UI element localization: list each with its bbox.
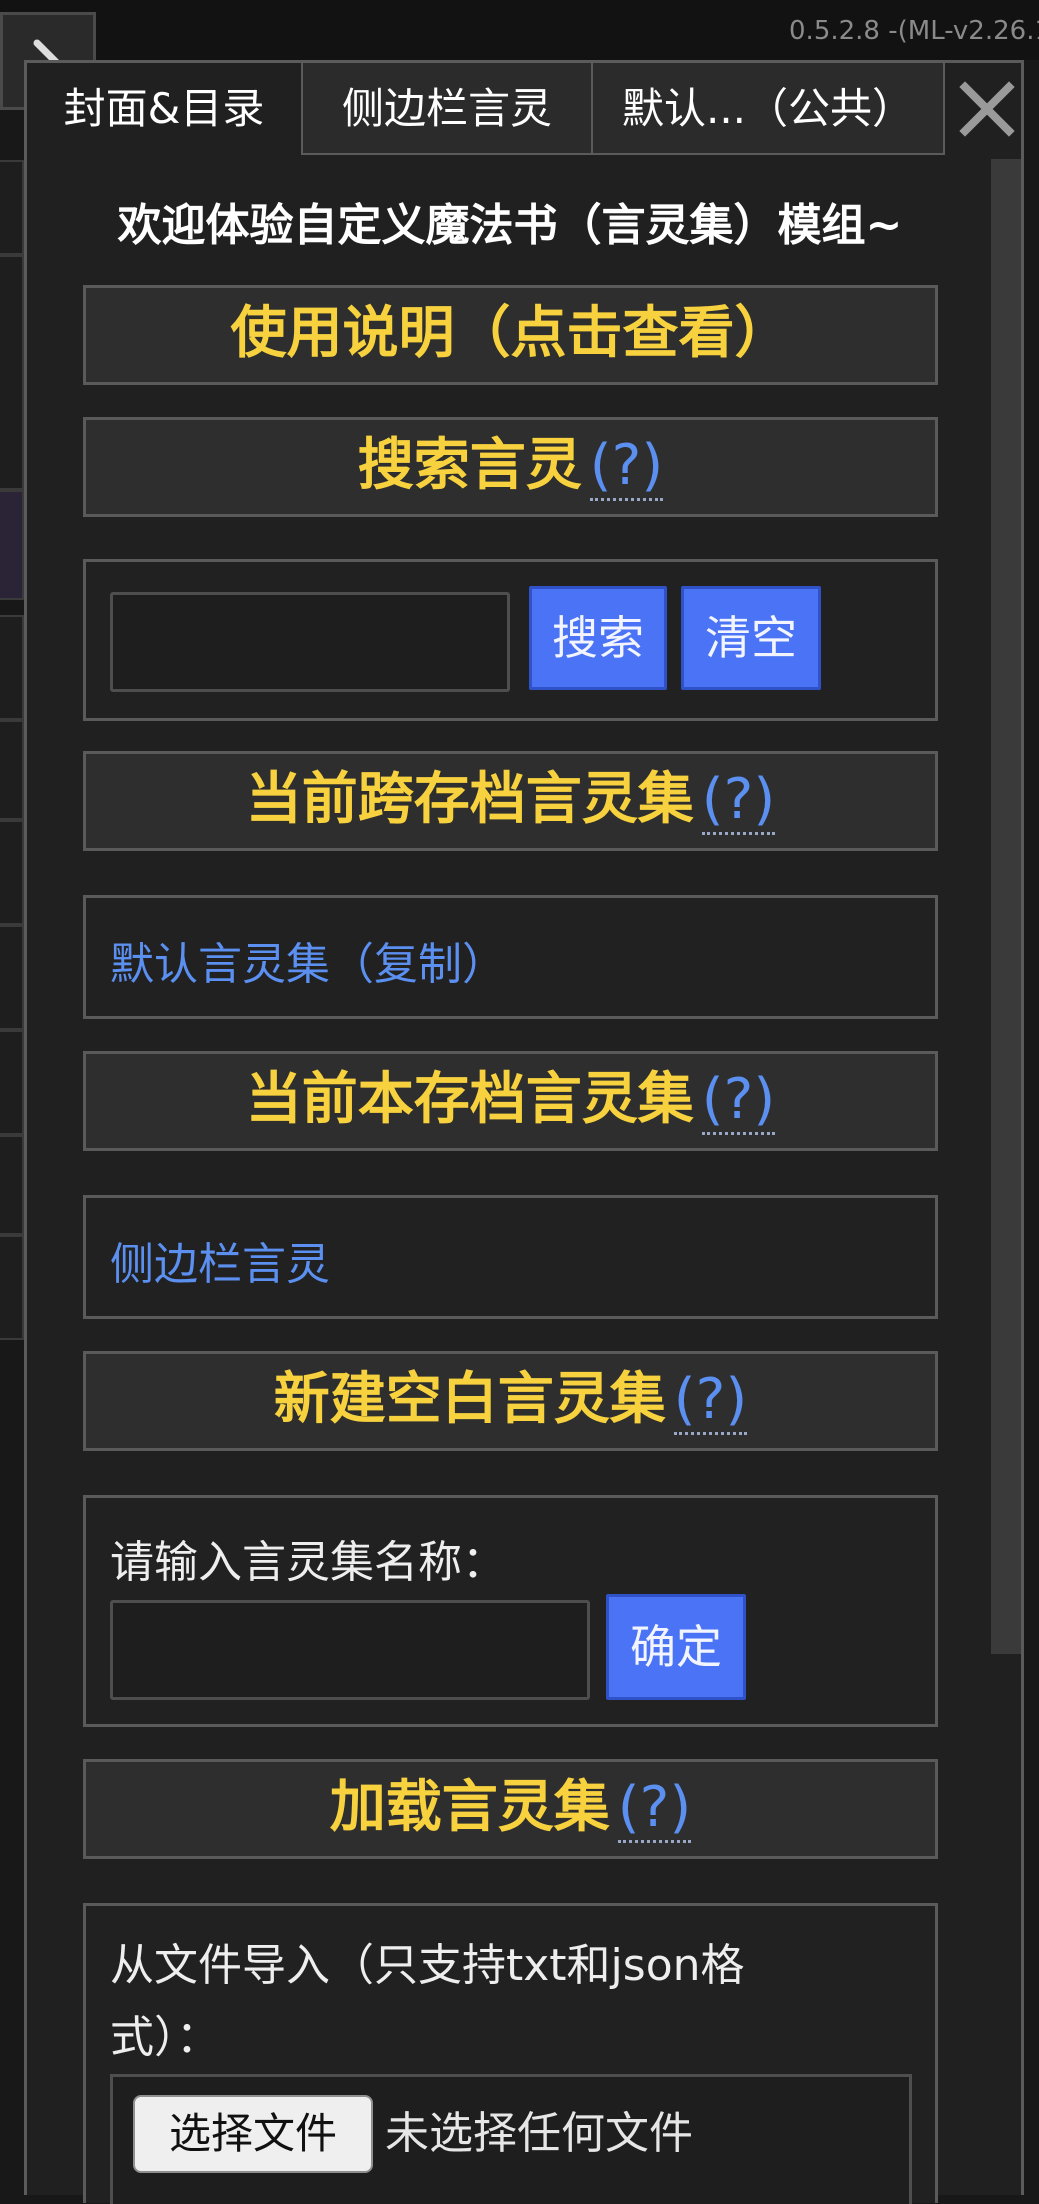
search-section-header: 搜索言灵 (?): [83, 417, 938, 517]
welcome-title: 欢迎体验自定义魔法书（言灵集）模组~: [117, 200, 903, 251]
search-input[interactable]: [110, 592, 510, 692]
cross-save-list: 默认言灵集（复制）: [83, 895, 938, 1019]
choose-file-button[interactable]: 选择文件: [133, 2095, 373, 2173]
help-icon[interactable]: (?): [673, 1367, 748, 1435]
scrollbar[interactable]: [991, 159, 1021, 1654]
confirm-button[interactable]: 确定: [606, 1594, 746, 1700]
tab-sidebar-spells[interactable]: 侧边栏言灵: [303, 63, 593, 155]
help-icon[interactable]: (?): [589, 433, 664, 501]
usage-instructions-button[interactable]: 使用说明（点击查看）: [83, 285, 938, 385]
search-section-title: 搜索言灵: [357, 433, 582, 498]
clear-button[interactable]: 清空: [681, 586, 821, 690]
background-strip: [0, 255, 24, 490]
cross-save-section-header: 当前跨存档言灵集 (?): [83, 751, 938, 851]
set-name-input[interactable]: [110, 1600, 590, 1700]
spellbook-panel: 封面&目录 侧边栏言灵 默认...（公共） 欢迎体验自定义魔法书（言灵集）模组~…: [24, 60, 1024, 2204]
background-strip: [0, 1235, 24, 1340]
background-strip: [0, 615, 24, 720]
search-box: 搜索 清空: [83, 559, 938, 721]
this-save-list: 侧边栏言灵: [83, 1195, 938, 1319]
version-label: 0.5.2.8 -(ML-v2.26.1: [789, 16, 1039, 46]
help-icon[interactable]: (?): [617, 1775, 692, 1843]
background-strip: [0, 720, 24, 820]
usage-label: 使用说明（点击查看）: [230, 301, 791, 366]
background-strip: [0, 925, 24, 1030]
set-name-prompt: 请输入言灵集名称：: [110, 1537, 506, 1588]
background-strip: [0, 1135, 24, 1235]
search-button[interactable]: 搜索: [529, 586, 667, 690]
tab-default-public[interactable]: 默认...（公共）: [593, 63, 945, 155]
file-status: 未选择任何文件: [385, 2108, 693, 2159]
file-import-prompt: 从文件导入（只支持txt和json格式）：: [110, 1940, 745, 2063]
new-set-box: 请输入言灵集名称： 确定: [83, 1495, 938, 1727]
spell-set-link[interactable]: 侧边栏言灵: [110, 1228, 330, 1292]
tab-bar: 封面&目录 侧边栏言灵 默认...（公共）: [27, 63, 1021, 157]
close-button[interactable]: [953, 63, 1021, 155]
this-save-title: 当前本存档言灵集: [245, 1067, 694, 1132]
load-section-header: 加载言灵集 (?): [83, 1759, 938, 1859]
load-title: 加载言灵集: [329, 1775, 610, 1840]
new-blank-section-header: 新建空白言灵集 (?): [83, 1351, 938, 1451]
file-input: 选择文件 未选择任何文件: [110, 2074, 912, 2204]
background-strip: [0, 490, 24, 600]
top-bar: 0.5.2.8 -(ML-v2.26.1: [0, 0, 1039, 60]
cross-save-title: 当前跨存档言灵集: [245, 767, 694, 832]
help-icon[interactable]: (?): [701, 767, 776, 835]
close-icon: [959, 81, 1015, 137]
help-icon[interactable]: (?): [701, 1067, 776, 1135]
background-strip: [0, 160, 24, 255]
background-strip: [0, 1030, 24, 1135]
new-blank-title: 新建空白言灵集: [273, 1367, 666, 1432]
spell-set-link[interactable]: 默认言灵集（复制）: [110, 928, 506, 992]
this-save-section-header: 当前本存档言灵集 (?): [83, 1051, 938, 1151]
file-import-box: 从文件导入（只支持txt和json格式）： 选择文件 未选择任何文件: [83, 1903, 938, 2204]
tab-cover-index[interactable]: 封面&目录: [27, 63, 303, 155]
background-strip: [0, 820, 24, 925]
